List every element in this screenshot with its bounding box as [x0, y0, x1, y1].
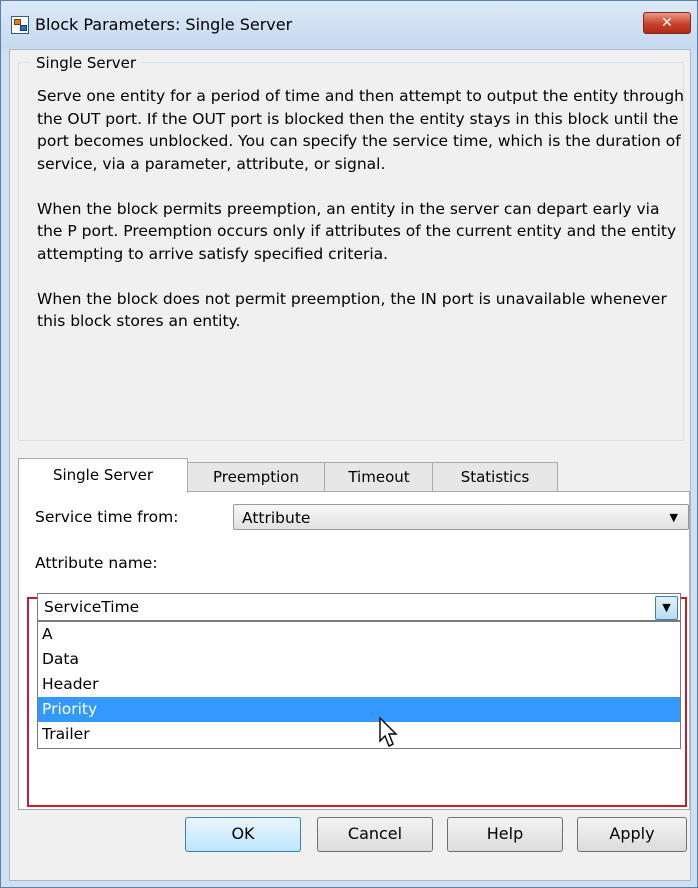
- dropdown-option-trailer[interactable]: Trailer: [38, 722, 680, 747]
- tab-timeout[interactable]: Timeout: [324, 462, 434, 493]
- tab-single-server[interactable]: Single Server: [18, 458, 188, 493]
- block-icon-part: [20, 25, 27, 31]
- description-text: Serve one entity for a period of time an…: [37, 85, 687, 355]
- service-time-select[interactable]: Attribute ▼: [233, 504, 689, 530]
- attribute-name-value: ServiceTime: [44, 598, 140, 616]
- dialog-window: Block Parameters: Single Server ✕ Serve …: [0, 0, 698, 888]
- service-time-value: Attribute: [242, 509, 311, 527]
- close-button[interactable]: ✕: [643, 12, 691, 34]
- group-legend: Single Server: [30, 54, 143, 72]
- title-bar[interactable]: Block Parameters: Single Server ✕: [1, 1, 697, 49]
- ok-button[interactable]: OK: [185, 817, 301, 852]
- description-paragraph-3: When the block does not permit preemptio…: [37, 289, 667, 331]
- description-group: Serve one entity for a period of time an…: [18, 62, 684, 441]
- cancel-button[interactable]: Cancel: [317, 817, 433, 852]
- simulink-block-icon: [11, 16, 29, 34]
- mouse-pointer-icon: [379, 717, 398, 747]
- chevron-down-icon[interactable]: ▼: [655, 596, 678, 620]
- attribute-name-combobox[interactable]: ServiceTime ▼: [37, 593, 681, 621]
- description-paragraph-1: Serve one entity for a period of time an…: [37, 87, 684, 173]
- attribute-name-label: Attribute name:: [35, 554, 158, 572]
- tab-preemption[interactable]: Preemption: [186, 462, 326, 493]
- dropdown-option-header[interactable]: Header: [38, 672, 680, 697]
- window-title: Block Parameters: Single Server: [35, 15, 293, 34]
- dropdown-option-data[interactable]: Data: [38, 647, 680, 672]
- apply-button[interactable]: Apply: [577, 817, 687, 852]
- help-button[interactable]: Help: [447, 817, 563, 852]
- attribute-dropdown-list: A Data Header Priority Trailer: [37, 621, 681, 749]
- description-paragraph-2: When the block permits preemption, an en…: [37, 199, 677, 263]
- dropdown-option-priority[interactable]: Priority: [38, 697, 680, 722]
- dropdown-option-a[interactable]: A: [38, 622, 680, 647]
- chevron-down-icon: ▼: [669, 511, 678, 524]
- service-time-label: Service time from:: [35, 508, 179, 526]
- tab-statistics[interactable]: Statistics: [432, 462, 558, 493]
